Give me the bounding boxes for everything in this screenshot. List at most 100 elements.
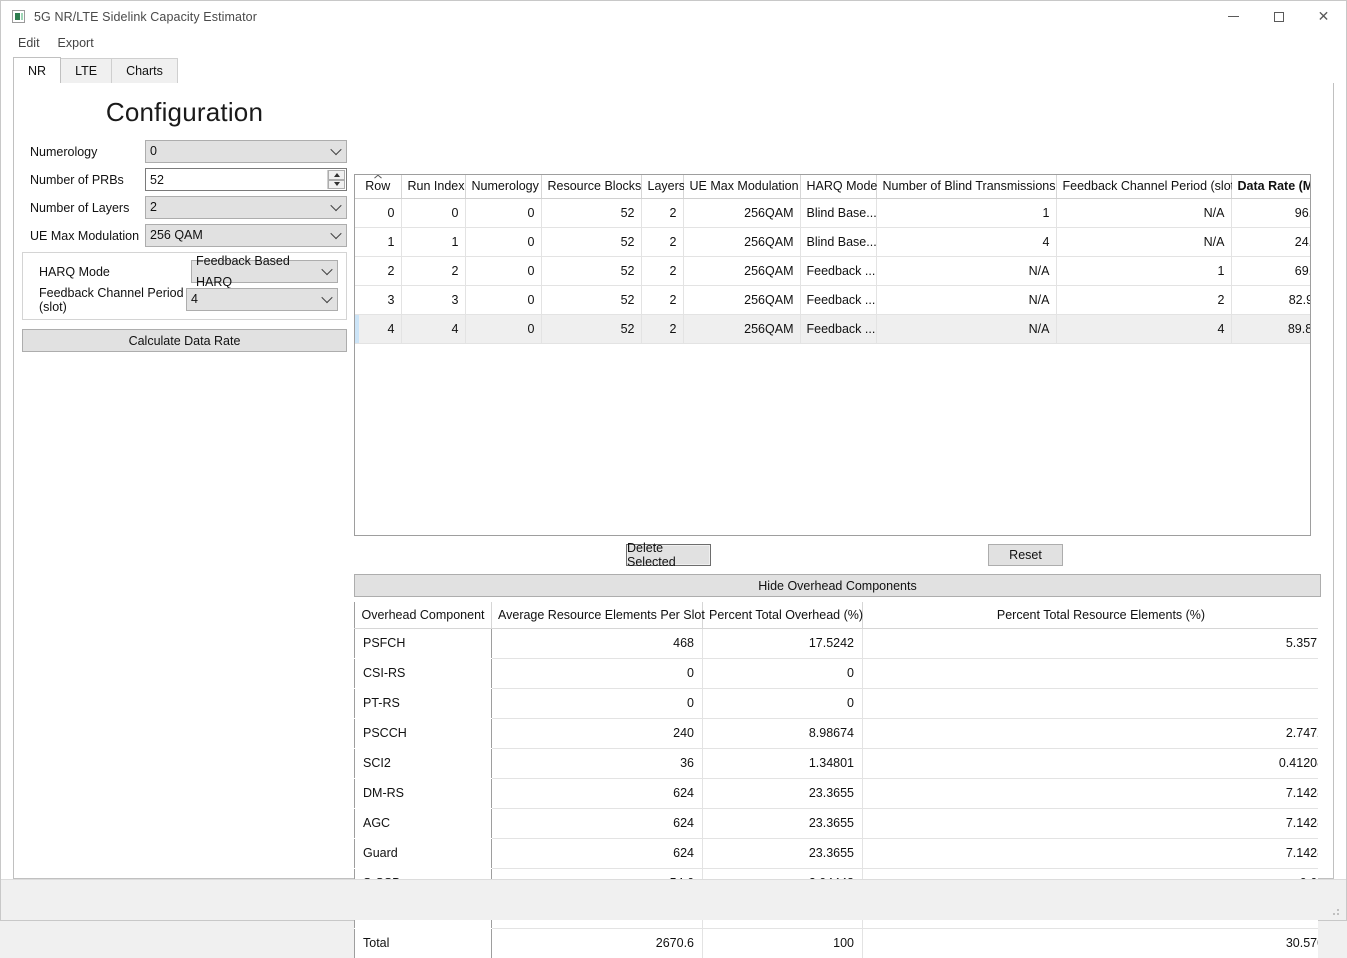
table-row[interactable]: 0 0 0 52 2 256QAM Blind Base... 1 N/A 96…: [355, 199, 1311, 228]
cell-percent-total-re: 7.14286: [863, 808, 1319, 838]
col-header-numerology[interactable]: Numerology: [465, 175, 541, 199]
delete-selected-button[interactable]: Delete Selected: [626, 544, 711, 566]
cell-resource-blocks: 52: [541, 228, 641, 257]
harq-mode-select[interactable]: Feedback Based HARQ: [191, 260, 338, 283]
harq-group: HARQ Mode Feedback Based HARQ Feedback C…: [22, 252, 347, 320]
col-header-run-index[interactable]: Run Index: [401, 175, 465, 199]
col-header-resource-blocks[interactable]: Resource Blocks: [541, 175, 641, 199]
reset-button[interactable]: Reset: [988, 544, 1063, 566]
overhead-header-row: Overhead Component Average Resource Elem…: [355, 602, 1319, 628]
stepper-up-icon[interactable]: [328, 170, 345, 180]
table-row[interactable]: SCI2 36 1.34801 0.412088: [355, 748, 1319, 778]
table-row[interactable]: DM-RS 624 23.3655 7.14286: [355, 778, 1319, 808]
table-row[interactable]: PSCCH 240 8.98674 2.74725: [355, 718, 1319, 748]
window-title: 5G NR/LTE Sidelink Capacity Estimator: [34, 10, 257, 24]
tab-lte[interactable]: LTE: [60, 58, 112, 83]
table-row[interactable]: 3 3 0 52 2 256QAM Feedback ... N/A 2 82.…: [355, 286, 1311, 315]
maximize-button[interactable]: [1256, 1, 1301, 32]
number-of-prbs-input[interactable]: [146, 168, 346, 191]
close-button[interactable]: ✕: [1301, 1, 1346, 32]
table-row[interactable]: Guard 624 23.3655 7.14286: [355, 838, 1319, 868]
table-row[interactable]: 4 4 0 52 2 256QAM Feedback ... N/A 4 89.…: [355, 315, 1311, 344]
field-number-of-layers: Number of Layers 2: [22, 196, 347, 219]
cell-blind-transmissions: 4: [876, 228, 1056, 257]
col-header-overhead-component[interactable]: Overhead Component: [355, 602, 492, 628]
label-feedback-channel-period: Feedback Channel Period (slot): [31, 286, 186, 314]
hide-overhead-components-button[interactable]: Hide Overhead Components: [354, 574, 1321, 597]
cell-percent-total-re: 7.14286: [863, 838, 1319, 868]
menu-item-edit[interactable]: Edit: [9, 34, 49, 52]
menu-item-export[interactable]: Export: [49, 34, 103, 52]
cell-ue-max-modulation: 256QAM: [683, 199, 800, 228]
menu-bar: Edit Export: [1, 33, 1346, 53]
col-header-percent-total-resource-elements[interactable]: Percent Total Resource Elements (%): [863, 602, 1319, 628]
cell-numerology: 0: [465, 286, 541, 315]
table-row[interactable]: CSI-RS 0 0 0: [355, 658, 1319, 688]
cell-resource-blocks: 52: [541, 257, 641, 286]
tab-charts[interactable]: Charts: [111, 58, 178, 83]
cell-percent-total-overhead: 8.98674: [703, 718, 863, 748]
col-header-harq-mode[interactable]: HARQ Mode: [800, 175, 876, 199]
calculate-data-rate-button[interactable]: Calculate Data Rate: [22, 329, 347, 352]
cell-avg-re-per-slot: 2670.6: [492, 928, 703, 958]
results-grid[interactable]: Row Run Index Numerology Resource Blocks…: [354, 174, 1311, 536]
col-header-layers[interactable]: Layers: [641, 175, 683, 199]
cell-percent-total-overhead: 100: [703, 928, 863, 958]
maximize-icon: [1274, 12, 1284, 22]
table-row[interactable]: 2 2 0 52 2 256QAM Feedback ... N/A 1 69.…: [355, 257, 1311, 286]
col-header-ue-max-modulation[interactable]: UE Max Modulation: [683, 175, 800, 199]
minimize-button[interactable]: [1211, 1, 1256, 32]
number-of-layers-select[interactable]: 2: [145, 196, 347, 219]
col-header-feedback-channel-period[interactable]: Feedback Channel Period (slot): [1056, 175, 1231, 199]
cell-avg-re-per-slot: 624: [492, 808, 703, 838]
col-header-avg-resource-elements-per-slot[interactable]: Average Resource Elements Per Slot: [492, 602, 703, 628]
resize-grip-icon[interactable]: [1329, 905, 1341, 917]
cell-percent-total-overhead: 17.5242: [703, 628, 863, 658]
status-bar: [1, 879, 1346, 920]
cell-row: 4: [355, 315, 401, 344]
cell-harq-mode: Blind Base...: [800, 199, 876, 228]
table-row[interactable]: 1 1 0 52 2 256QAM Blind Base... 4 N/A 24…: [355, 228, 1311, 257]
app-icon: [12, 10, 25, 23]
table-row[interactable]: PSFCH 468 17.5242 5.35714: [355, 628, 1319, 658]
cell-percent-total-overhead: 23.3655: [703, 808, 863, 838]
cell-avg-re-per-slot: 624: [492, 838, 703, 868]
cell-numerology: 0: [465, 199, 541, 228]
col-header-data-rate[interactable]: Data Rate (Mb/s): [1231, 175, 1311, 199]
col-header-percent-total-overhead[interactable]: Percent Total Overhead (%): [703, 602, 863, 628]
col-header-number-of-blind-transmissions[interactable]: Number of Blind Transmissions: [876, 175, 1056, 199]
stepper-down-icon[interactable]: [328, 180, 345, 190]
cell-data-rate: 82.9115: [1231, 286, 1311, 315]
chevron-down-icon: [330, 227, 341, 238]
cell-data-rate: 89.8437: [1231, 315, 1311, 344]
number-of-prbs-stepper[interactable]: [145, 168, 347, 191]
cell-feedback-period: 4: [1056, 315, 1231, 344]
field-numerology: Numerology 0: [22, 140, 347, 163]
ue-max-modulation-select[interactable]: 256 QAM: [145, 224, 347, 247]
table-row[interactable]: PT-RS 0 0 0: [355, 688, 1319, 718]
cell-feedback-period: 1: [1056, 257, 1231, 286]
tab-nr[interactable]: NR: [13, 57, 61, 83]
ue-max-modulation-value: 256 QAM: [150, 225, 203, 246]
cell-row: 3: [355, 286, 401, 315]
cell-blind-transmissions: N/A: [876, 315, 1056, 344]
cell-percent-total-re: 0: [863, 658, 1319, 688]
cell-ue-max-modulation: 256QAM: [683, 286, 800, 315]
table-row[interactable]: AGC 624 23.3655 7.14286: [355, 808, 1319, 838]
results-header-row: Row Run Index Numerology Resource Blocks…: [355, 175, 1311, 199]
feedback-channel-period-select[interactable]: 4: [186, 288, 338, 311]
table-row-total[interactable]: Total 2670.6 100 30.5701: [355, 928, 1319, 958]
cell-harq-mode: Feedback ...: [800, 286, 876, 315]
cell-percent-total-overhead: 23.3655: [703, 778, 863, 808]
cell-overhead-component: AGC: [355, 808, 492, 838]
cell-run-index: 3: [401, 286, 465, 315]
col-header-row[interactable]: Row: [355, 175, 401, 199]
cell-data-rate: 24.194: [1231, 228, 1311, 257]
numerology-select[interactable]: 0: [145, 140, 347, 163]
cell-resource-blocks: 52: [541, 286, 641, 315]
numerology-value: 0: [150, 141, 157, 162]
tab-bar: NR LTE Charts: [13, 57, 1346, 83]
cell-percent-total-overhead: 0: [703, 658, 863, 688]
number-of-layers-value: 2: [150, 197, 157, 218]
field-ue-max-modulation: UE Max Modulation 256 QAM: [22, 224, 347, 247]
